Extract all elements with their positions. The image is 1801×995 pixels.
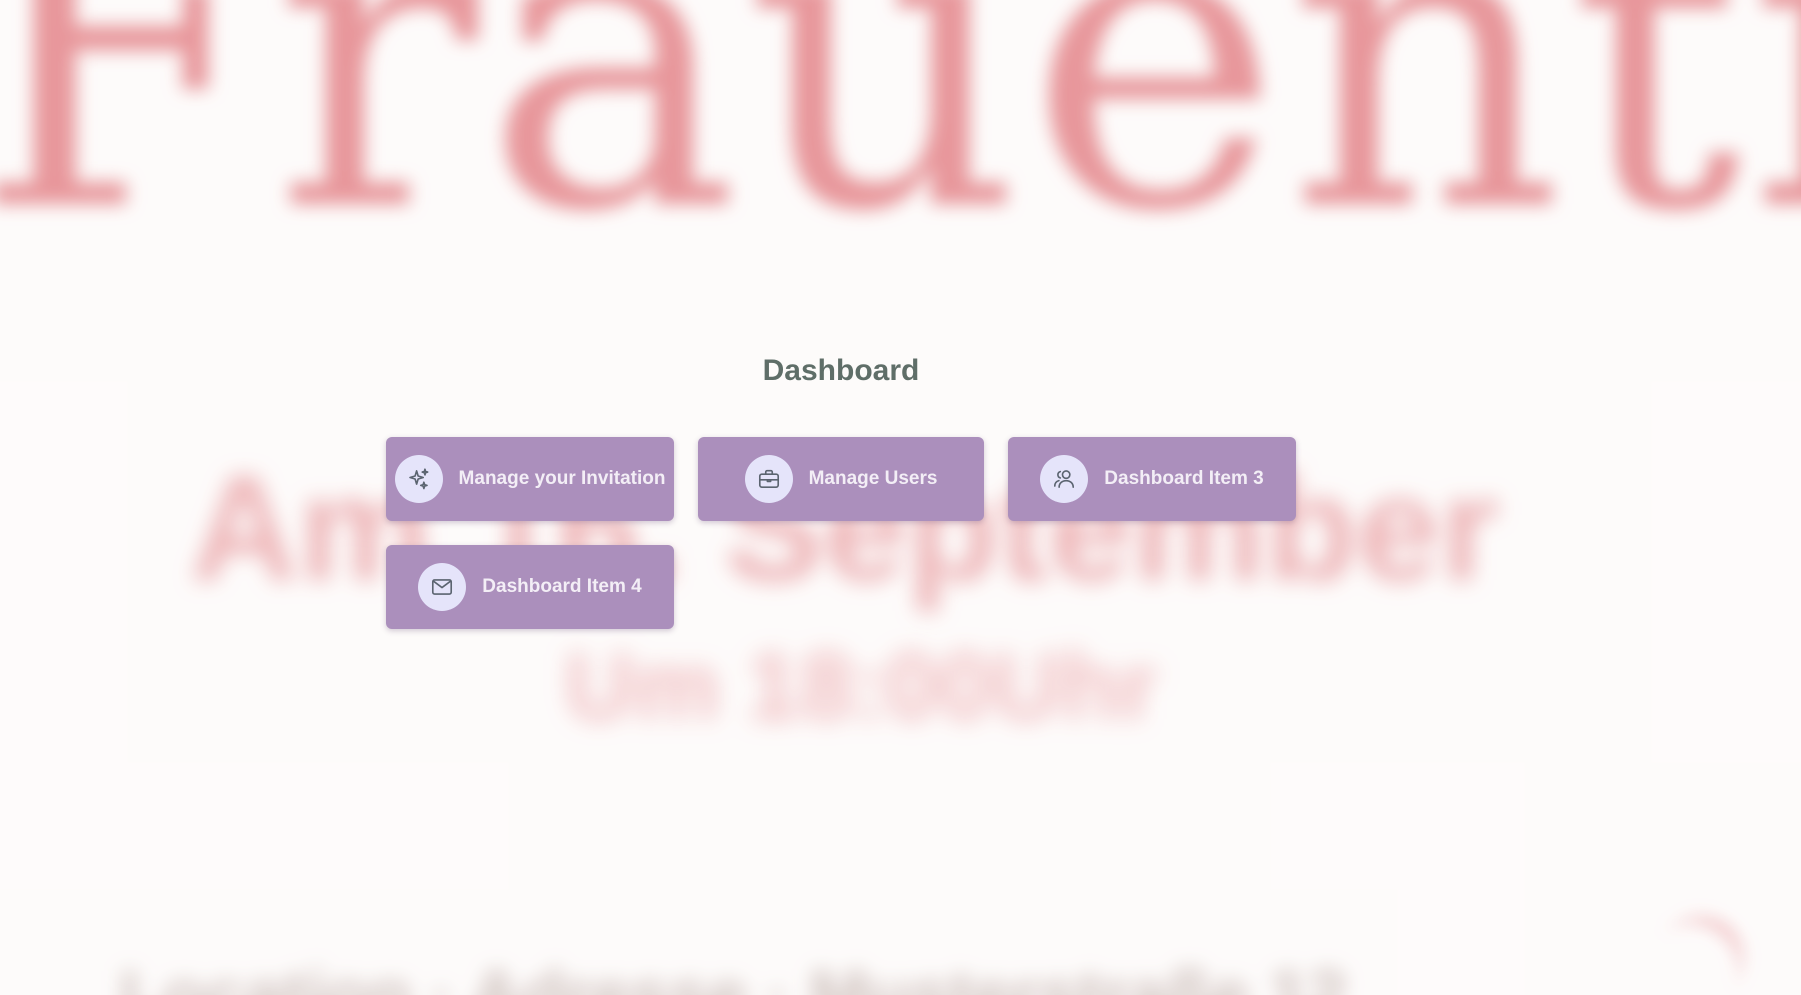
dashboard-item-3-label: Dashboard Item 3 bbox=[1104, 468, 1264, 489]
dashboard-item-4-button[interactable]: Dashboard Item 4 bbox=[386, 545, 674, 629]
briefcase-icon bbox=[744, 455, 793, 503]
manage-invitation-button[interactable]: Manage your Invitation bbox=[386, 437, 674, 521]
page: Frauentref Am 16. September Um 18:00Uhr … bbox=[0, 0, 1801, 995]
envelope-icon bbox=[418, 563, 467, 611]
dashboard: Dashboard Manage your Invitation Manage … bbox=[0, 0, 1801, 995]
manage-invitation-label: Manage your Invitation bbox=[458, 468, 666, 489]
page-title: Dashboard bbox=[762, 354, 920, 387]
dashboard-item-3-button[interactable]: Dashboard Item 3 bbox=[1008, 437, 1296, 521]
dashboard-item-4-label: Dashboard Item 4 bbox=[482, 576, 642, 597]
users-icon bbox=[1040, 455, 1089, 503]
sparkles-icon bbox=[394, 455, 443, 503]
manage-users-label: Manage Users bbox=[808, 468, 938, 489]
manage-users-button[interactable]: Manage Users bbox=[698, 437, 984, 521]
dashboard-grid: Manage your Invitation Manage Users Dash… bbox=[386, 437, 1298, 629]
